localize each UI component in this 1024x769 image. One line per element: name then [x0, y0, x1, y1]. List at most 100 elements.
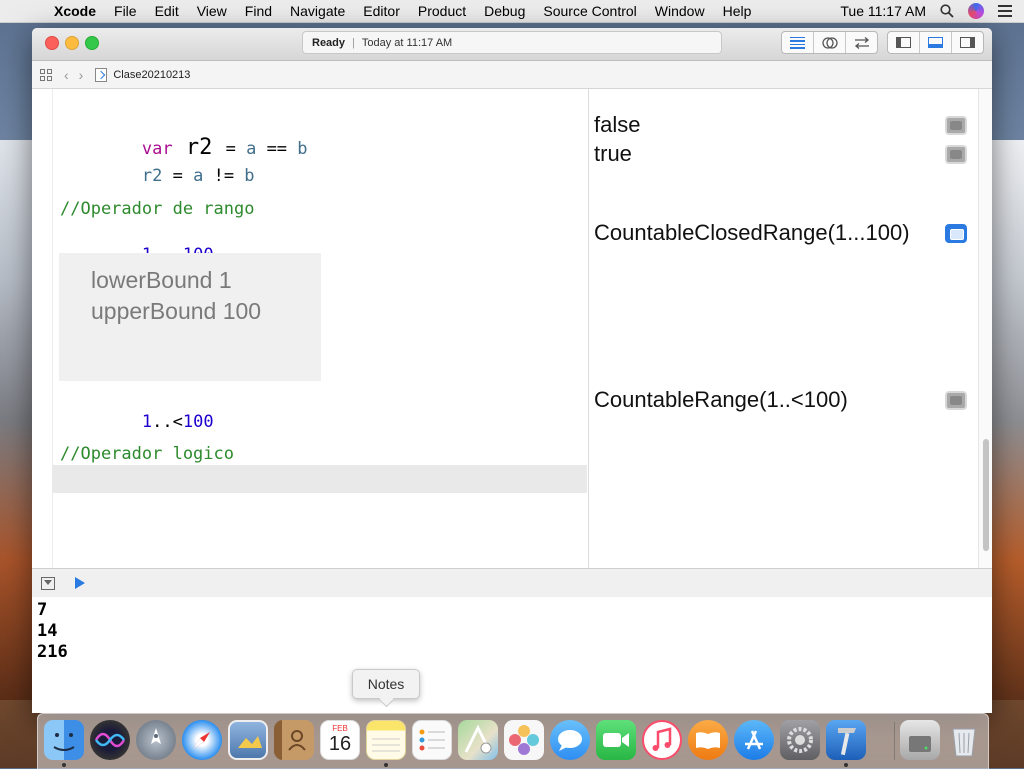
- music-note-icon: [652, 727, 672, 751]
- reminders-icon[interactable]: [412, 720, 452, 760]
- console-line: 14: [37, 621, 58, 641]
- minimize-button[interactable]: [65, 36, 79, 50]
- launchpad-icon[interactable]: [136, 720, 176, 760]
- notes-icon[interactable]: [366, 720, 406, 760]
- ibooks-icon[interactable]: [688, 720, 728, 760]
- inspector-toggle-button[interactable]: [952, 32, 983, 53]
- assistant-editor-button[interactable]: [814, 32, 846, 53]
- zoom-button[interactable]: [85, 36, 99, 50]
- running-indicator: [62, 763, 66, 767]
- related-items-icon[interactable]: [40, 68, 52, 81]
- quick-look-button[interactable]: [945, 145, 967, 164]
- siri-icon[interactable]: [90, 720, 130, 760]
- back-chevron-icon[interactable]: ‹: [64, 67, 69, 83]
- console-line: 7: [37, 600, 48, 620]
- inline-result-view: lowerBound 1 upperBound 100: [59, 253, 321, 381]
- run-playground-icon[interactable]: [75, 577, 85, 589]
- results-sidebar: false true CountableClosedRange(1...100)…: [588, 89, 978, 568]
- menu-debug[interactable]: Debug: [484, 3, 525, 19]
- bottom-panel-icon: [928, 37, 943, 48]
- itunes-icon[interactable]: [642, 720, 682, 760]
- trash-icon[interactable]: [944, 720, 984, 760]
- app-store-icon[interactable]: [734, 720, 774, 760]
- operator: ==: [256, 139, 298, 159]
- console-lines: 7 14 216: [32, 600, 68, 663]
- spotlight-search-icon[interactable]: [940, 4, 954, 18]
- breadcrumb-file[interactable]: Clase20210213: [113, 69, 190, 81]
- forward-chevron-icon[interactable]: ›: [79, 67, 84, 83]
- finder-icon[interactable]: [44, 720, 84, 760]
- scroll-thumb[interactable]: [983, 439, 989, 551]
- disk-utility-icon[interactable]: [900, 720, 940, 760]
- trash-can-icon: [952, 728, 976, 757]
- version-editor-button[interactable]: [846, 32, 877, 53]
- playground-file-icon: [95, 67, 108, 82]
- messages-icon[interactable]: [550, 720, 590, 760]
- menu-edit[interactable]: Edit: [155, 3, 179, 19]
- console-output[interactable]: 7 14 216: [32, 597, 992, 713]
- menu-product[interactable]: Product: [418, 3, 466, 19]
- jump-bar: ‹ › Clase20210213: [32, 61, 992, 89]
- show-result-button[interactable]: [945, 224, 967, 243]
- code-line: r2 = a != b: [60, 146, 255, 206]
- editor-area: var r2 = a == b r2 = a != b //Operador d…: [32, 89, 992, 568]
- status-time: Today at 11:17 AM: [361, 36, 453, 49]
- notification-center-icon[interactable]: [998, 5, 1012, 17]
- lines-icon: [790, 36, 805, 49]
- app-store-a-icon: [745, 730, 763, 750]
- navigator-toggle-button[interactable]: [888, 32, 920, 53]
- operator: =: [162, 166, 194, 186]
- debug-area-toggle-button[interactable]: [920, 32, 952, 53]
- menu-window[interactable]: Window: [655, 3, 705, 19]
- rocket-icon: [151, 728, 161, 744]
- desktop-wallpaper-right: [990, 140, 1024, 700]
- code-editor[interactable]: var r2 = a == b r2 = a != b //Operador d…: [52, 89, 587, 568]
- identifier: r2: [141, 166, 163, 186]
- code-line: 1..<100: [60, 392, 214, 452]
- menu-navigate[interactable]: Navigate: [290, 3, 345, 19]
- hard-drive-icon: [909, 736, 931, 752]
- menu-find[interactable]: Find: [245, 3, 272, 19]
- contacts-icon[interactable]: [274, 720, 314, 760]
- identifier: b: [297, 139, 308, 159]
- menubar-clock[interactable]: Tue 11:17 AM: [840, 3, 926, 19]
- checklist-icon: [419, 729, 445, 751]
- quick-look-button[interactable]: [945, 116, 967, 135]
- facetime-icon[interactable]: [596, 720, 636, 760]
- number-literal: 1: [141, 412, 153, 432]
- calendar-icon[interactable]: FEB 16: [320, 720, 360, 760]
- hide-debug-area-icon[interactable]: [41, 577, 55, 590]
- menu-view[interactable]: View: [197, 3, 227, 19]
- vertical-scrollbar[interactable]: [978, 89, 992, 568]
- app-menu[interactable]: Xcode: [54, 3, 96, 19]
- contact-card-icon: [288, 730, 306, 751]
- quick-look-button[interactable]: [945, 391, 967, 410]
- safari-icon[interactable]: [182, 720, 222, 760]
- preview-icon[interactable]: [228, 720, 268, 760]
- speech-bubble-icon: [558, 730, 582, 751]
- menu-help[interactable]: Help: [723, 3, 752, 19]
- operator: ..<: [152, 412, 183, 432]
- menu-source-control[interactable]: Source Control: [543, 3, 636, 19]
- current-line-highlight: [52, 465, 587, 493]
- menu-file[interactable]: File: [114, 3, 137, 19]
- photo-petals-icon: [509, 725, 539, 755]
- menu-editor[interactable]: Editor: [363, 3, 400, 19]
- swap-arrows-icon: [854, 36, 869, 49]
- panel-toggle-group: [887, 31, 984, 54]
- code-comment: //Operador logico: [60, 444, 234, 464]
- dock-divider: [894, 722, 895, 760]
- note-lines-icon: [372, 738, 400, 752]
- system-preferences-icon[interactable]: [780, 720, 820, 760]
- open-book-icon: [696, 732, 720, 749]
- close-button[interactable]: [45, 36, 59, 50]
- maps-icon[interactable]: [458, 720, 498, 760]
- running-indicator: [384, 763, 388, 767]
- result-value: CountableClosedRange(1...100): [594, 220, 910, 245]
- xcode-icon[interactable]: [826, 720, 866, 760]
- siri-icon[interactable]: [968, 3, 984, 19]
- result-value: false: [594, 112, 641, 137]
- standard-editor-button[interactable]: [782, 32, 814, 53]
- status-text: Ready: [312, 36, 346, 49]
- photos-icon[interactable]: [504, 720, 544, 760]
